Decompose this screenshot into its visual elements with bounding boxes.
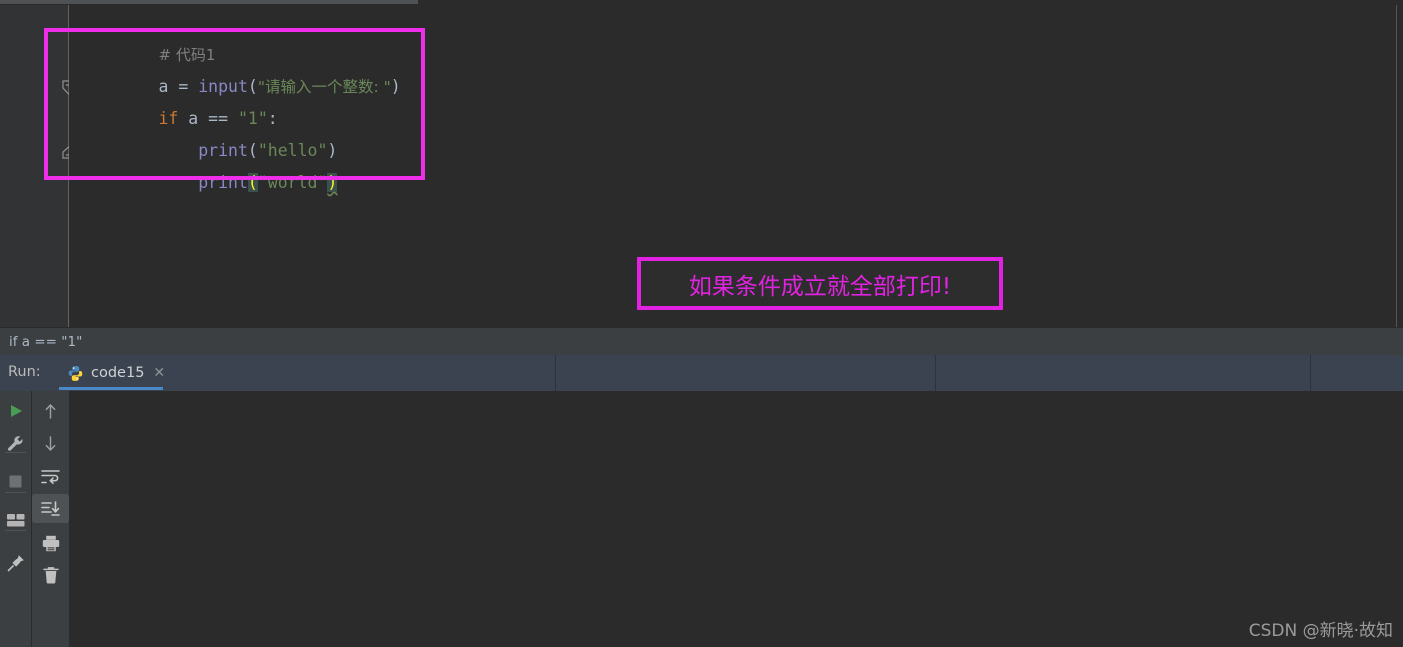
next-occurrence-button[interactable]: [32, 428, 69, 458]
annotation-note: 如果条件成立就全部打印!: [637, 257, 1003, 310]
toolbar-divider: [5, 452, 26, 453]
layout-grid-icon: [6, 514, 24, 527]
soft-wrap-button[interactable]: [32, 462, 69, 492]
run-console[interactable]: PyCharm Community Edition/code15.py" 请输入…: [0, 391, 1403, 647]
arrow-down-icon: [45, 435, 56, 451]
layout-button[interactable]: [0, 506, 31, 536]
soft-wrap-icon: [41, 470, 60, 484]
settings-button[interactable]: [0, 428, 31, 458]
scroll-to-end-button[interactable]: [32, 494, 69, 523]
breadcrumb-text: if a == "1": [9, 333, 83, 350]
wrench-icon: [8, 435, 23, 451]
close-icon[interactable]: ✕: [153, 365, 165, 381]
watermark: CSDN @新晓·故知: [1248, 621, 1393, 641]
scroll-to-end-icon: [41, 500, 60, 516]
play-icon: [10, 405, 22, 417]
toolbar-divider: [5, 530, 26, 531]
arrow-up-icon: [45, 403, 56, 419]
clear-all-button[interactable]: [32, 560, 69, 590]
printer-icon: [42, 535, 59, 551]
run-tab-name: code15: [91, 365, 145, 381]
breadcrumb[interactable]: if a == "1": [0, 327, 1403, 355]
header-separator: [555, 355, 556, 391]
annotation-note-text: 如果条件成立就全部打印!: [688, 273, 952, 300]
run-tab-code15[interactable]: code15 ✕: [59, 355, 175, 391]
print-button[interactable]: [32, 528, 69, 558]
run-tab-active-underline: [59, 387, 163, 390]
run-tool-window-header: Run: code15 ✕: [0, 355, 1403, 391]
pycharm-window: 1 2 3 4 5 # 代码1 a = input("请输入一个整数: "): [0, 0, 1403, 647]
prev-occurrence-button[interactable]: [32, 396, 69, 426]
stop-square-icon: [9, 475, 22, 487]
pin-icon: [7, 555, 24, 572]
python-icon: [68, 365, 83, 381]
active-tab-indicator: [0, 0, 418, 4]
editor-right-divider: [1396, 5, 1397, 327]
rerun-button[interactable]: [0, 396, 31, 426]
toolbar-divider: [5, 492, 26, 493]
pin-tab-button[interactable]: [0, 548, 31, 578]
run-label: Run:: [8, 364, 41, 380]
trash-icon: [42, 566, 59, 583]
header-separator: [1310, 355, 1311, 391]
code-highlight-box: [44, 28, 425, 180]
header-separator: [935, 355, 936, 391]
